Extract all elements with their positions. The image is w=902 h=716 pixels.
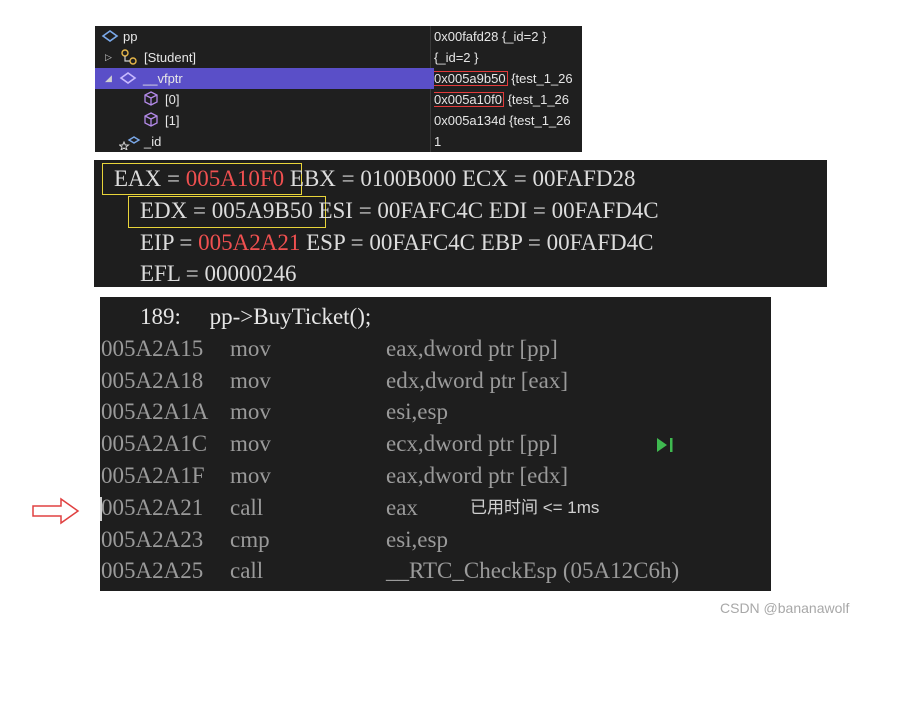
watch-value-rest: {test_1_26 <box>507 71 573 86</box>
watch-name: __vfptr <box>143 71 183 86</box>
asm-mnemonic: call <box>230 558 264 583</box>
asm-address: 005A2A23 <box>101 527 204 552</box>
asm-row[interactable]: 005A2A15 mov eax,dword ptr [pp] <box>100 333 771 365</box>
watch-row-index-0[interactable]: [0] 0x005a10f0 {test_1_26 <box>95 89 582 110</box>
register-line-rest: EBX = 0100B000 ECX = 00FAFD28 <box>284 166 636 191</box>
eax-value: 005A10F0 <box>185 166 285 191</box>
watch-value[interactable]: 0x00fafd28 {_id=2 } <box>434 26 582 47</box>
watch-row-pp[interactable]: pp 0x00fafd28 {_id=2 } <box>95 26 582 47</box>
object-icon <box>101 30 119 42</box>
asm-mnemonic: cmp <box>230 527 270 552</box>
watch-name: [0] <box>165 92 180 107</box>
source-line: 189: pp->BuyTicket(); <box>140 304 372 329</box>
pointer-icon <box>119 72 137 84</box>
asm-address: 005A2A1F <box>101 463 205 488</box>
red-arrow-icon <box>32 497 80 525</box>
asm-row[interactable]: 005A2A25 call __RTC_CheckEsp (05A12C6h) <box>100 555 771 587</box>
asm-operands: eax,dword ptr [pp] <box>386 336 558 361</box>
eip-value: 005A2A21 <box>198 230 301 255</box>
asm-row-current[interactable]: 005A2A21 call eax 已用时间 <= 1ms <box>100 492 771 524</box>
asm-operands: __RTC_CheckEsp (05A12C6h) <box>386 558 680 583</box>
registers-panel: EAX = 005A10F0 EBX = 0100B000 ECX = 00FA… <box>94 160 827 287</box>
watch-value[interactable]: 0x005a9b50 {test_1_26 <box>434 68 582 89</box>
watch-name: [1] <box>165 113 180 128</box>
asm-address: 005A2A1A <box>101 399 209 424</box>
eax-label: EAX = <box>114 166 186 191</box>
eip-label: EIP = <box>140 230 199 255</box>
disassembly-panel: 189: pp->BuyTicket(); 005A2A15 mov eax,d… <box>100 297 771 591</box>
asm-mnemonic: mov <box>230 431 271 456</box>
watch-row-student[interactable]: ▷ [Student] {_id=2 } <box>95 47 582 68</box>
watch-name: _id <box>144 134 162 149</box>
watch-row-vfptr[interactable]: ◢ __vfptr 0x005a9b50 {test_1_26 <box>95 68 582 89</box>
asm-mnemonic: mov <box>230 463 271 488</box>
field-icon <box>119 136 141 150</box>
asm-mnemonic: mov <box>230 336 271 361</box>
cube-icon <box>144 91 158 106</box>
asm-operands: esi,esp <box>386 527 448 552</box>
watch-value[interactable]: 0x005a134d {test_1_26 <box>434 110 582 131</box>
cube-icon <box>144 112 158 127</box>
highlighted-address: 0x005a9b50 <box>434 71 508 86</box>
register-line-1: EAX = 005A10F0 EBX = 0100B000 ECX = 00FA… <box>114 163 636 195</box>
register-line-rest: ESI = 00FAFC4C EDI = 00FAFD4C <box>312 198 659 223</box>
run-to-cursor-icon[interactable] <box>656 437 676 453</box>
watch-row-index-1[interactable]: [1] 0x005a134d {test_1_26 <box>95 110 582 131</box>
base-class-icon <box>121 49 137 65</box>
collapse-arrow-icon[interactable]: ◢ <box>105 68 112 89</box>
asm-mnemonic: mov <box>230 399 271 424</box>
asm-mnemonic: call <box>230 495 264 520</box>
watch-name: [Student] <box>144 50 197 65</box>
asm-operands: eax,dword ptr [edx] <box>386 463 569 488</box>
asm-address: 005A2A25 <box>101 558 204 583</box>
watch-value[interactable]: 1 <box>434 131 582 152</box>
elapsed-time-hint: 已用时间 <= 1ms <box>470 498 600 517</box>
watch-name: pp <box>123 29 138 44</box>
asm-address: 005A2A18 <box>101 368 204 393</box>
watch-value[interactable]: 0x005a10f0 {test_1_26 <box>434 89 582 110</box>
watch-panel: pp 0x00fafd28 {_id=2 } ▷ [Student] {_id=… <box>95 26 582 152</box>
asm-row[interactable]: 005A2A18 mov edx,dword ptr [eax] <box>100 365 771 397</box>
asm-operands: esi,esp <box>386 399 448 424</box>
asm-address: 005A2A1C <box>101 431 208 456</box>
asm-address: 005A2A15 <box>101 336 204 361</box>
watch-value[interactable]: {_id=2 } <box>434 47 582 68</box>
register-line-3: EIP = 005A2A21 ESP = 00FAFC4C EBP = 00FA… <box>140 227 654 259</box>
watch-value-rest: {test_1_26 <box>503 92 570 107</box>
edx-register: EDX = 005A9B50 <box>140 198 313 223</box>
register-line-4: EFL = 00000246 <box>140 261 297 286</box>
asm-row[interactable]: 005A2A1A mov esi,esp <box>100 396 771 428</box>
asm-operands: eax <box>386 495 418 520</box>
asm-operands: edx,dword ptr [eax] <box>386 368 569 393</box>
register-line-rest: ESP = 00FAFC4C EBP = 00FAFD4C <box>300 230 654 255</box>
watermark: CSDN @bananawolf <box>720 600 850 616</box>
register-line-2: EDX = 005A9B50 ESI = 00FAFC4C EDI = 00FA… <box>140 195 659 227</box>
asm-mnemonic: mov <box>230 368 271 393</box>
highlighted-address: 0x005a10f0 <box>434 92 504 107</box>
asm-row[interactable]: 005A2A23 cmp esi,esp <box>100 524 771 556</box>
expand-arrow-icon[interactable]: ▷ <box>105 47 112 68</box>
asm-operands: ecx,dword ptr [pp] <box>386 431 558 456</box>
watch-row-id[interactable]: _id 1 <box>95 131 582 152</box>
asm-row[interactable]: 005A2A1C mov ecx,dword ptr [pp] <box>100 428 771 460</box>
asm-row[interactable]: 005A2A1F mov eax,dword ptr [edx] <box>100 460 771 492</box>
asm-address: 005A2A21 <box>101 495 204 520</box>
